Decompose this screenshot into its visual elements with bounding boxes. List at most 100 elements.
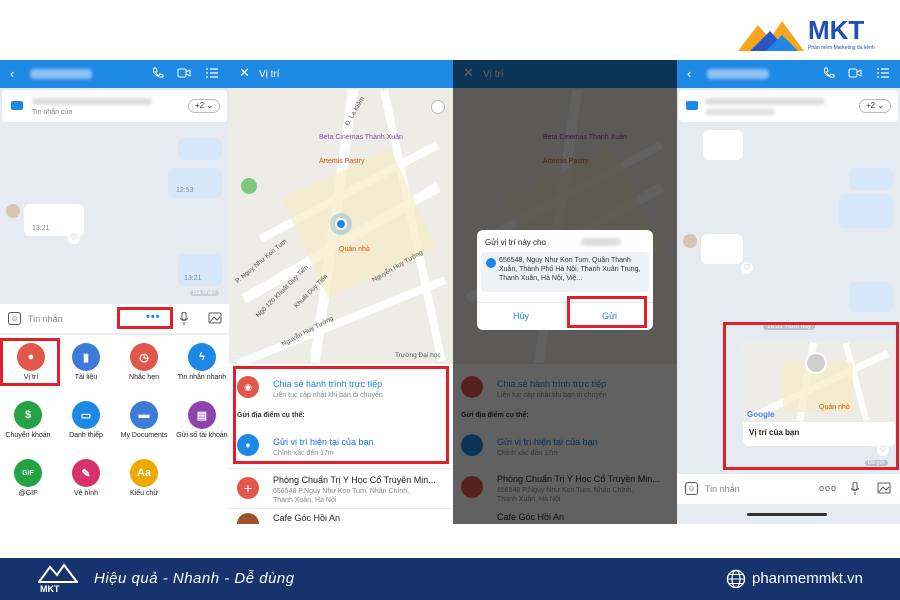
place-item[interactable]: + Phòng Chuẩn Trị Y Học Cổ Truyền Min...… xyxy=(229,468,453,508)
message-bubble[interactable] xyxy=(849,168,893,190)
attach-my-documents[interactable]: ▬ My Documents xyxy=(116,401,172,439)
footer-website[interactable]: phanmemmkt.vn xyxy=(752,570,863,587)
attach-quick-message[interactable]: ϟ Tin nhắn nhanh xyxy=(174,343,229,381)
contact-name-blurred xyxy=(707,69,769,79)
message-input-bar: ☺ Tin nhắn ••• xyxy=(0,304,229,334)
pinned-title-blurred xyxy=(705,98,825,105)
attach-label: Chuyển khoản xyxy=(5,432,51,439)
location-pin-icon xyxy=(486,258,496,268)
attach-label: Danh thiếp xyxy=(69,432,103,439)
message-bubble[interactable]: 13:21 xyxy=(178,254,222,286)
gif-icon: GIF xyxy=(14,459,42,487)
cafe-icon xyxy=(237,513,259,524)
attach-label: Vẽ hình xyxy=(73,490,99,497)
menu-list-icon[interactable] xyxy=(206,68,218,78)
attach-business-card[interactable]: ▭ Danh thiếp xyxy=(58,401,114,439)
highlight-location-item xyxy=(0,338,60,386)
heart-react-icon[interactable]: ♡ xyxy=(68,232,80,244)
back-arrow-icon[interactable]: ‹ xyxy=(687,66,691,81)
microphone-icon[interactable] xyxy=(851,482,859,495)
footer-brand-name: MKT xyxy=(40,584,60,594)
map-view[interactable]: Beta Cinemas Thanh Xuân Artemis Pastry Q… xyxy=(229,88,453,364)
members-badge[interactable]: +2 ⌄ xyxy=(188,99,220,113)
footer-slogan: Hiệu quả - Nhanh - Dễ dùng xyxy=(94,570,295,587)
dialog-address: 656548, Nguy Như Kon Tum, Quận Thanh Xuâ… xyxy=(499,257,641,282)
highlight-location-message xyxy=(723,322,899,470)
folder-icon: ▬ xyxy=(130,401,158,429)
pinned-title-blurred xyxy=(32,98,152,105)
message-bubble[interactable]: 12:53 xyxy=(168,168,222,198)
font-style-icon: Aa xyxy=(130,459,158,487)
brand-name: MKT xyxy=(808,15,865,45)
back-arrow-icon[interactable]: ‹ xyxy=(10,66,14,81)
highlight-more-options xyxy=(117,307,173,329)
image-icon[interactable] xyxy=(877,482,891,494)
location-header: ✕ Vị trí xyxy=(229,60,453,88)
home-indicator xyxy=(747,513,827,516)
avatar xyxy=(6,204,20,218)
place-title: Cafe Góc Hồi An xyxy=(273,513,341,523)
medical-icon: + xyxy=(237,477,259,499)
attach-draw[interactable]: ✎ Vẽ hình xyxy=(58,459,114,497)
document-icon: ▮ xyxy=(72,343,100,371)
attach-font-style[interactable]: Aa Kiểu chữ xyxy=(116,459,172,497)
dialog-title: Gửi vị trí này cho xyxy=(485,238,546,247)
attach-gif[interactable]: GIF @GIF xyxy=(0,459,56,497)
close-icon[interactable]: ✕ xyxy=(239,65,250,81)
attach-reminder[interactable]: ◷ Nhắc hẹn xyxy=(116,343,172,381)
place-item[interactable]: Cafe Góc Hồi An xyxy=(229,508,453,524)
heart-react-icon[interactable]: ♡ xyxy=(741,262,753,274)
microphone-icon[interactable] xyxy=(180,312,188,325)
attach-label: Tài liệu xyxy=(74,374,98,381)
attach-label: @GIF xyxy=(18,490,38,497)
phone-icon[interactable] xyxy=(823,67,835,79)
chat-header: ‹ xyxy=(677,60,900,88)
message-time: 13:21 xyxy=(184,275,202,282)
footer-logo: MKT xyxy=(36,562,80,596)
image-icon[interactable] xyxy=(208,312,222,324)
attach-bank-account[interactable]: ▤ Gửi số tài khoản xyxy=(174,401,229,439)
highlight-location-options xyxy=(233,366,449,464)
message-time: 13:21 xyxy=(32,225,50,232)
more-options-button[interactable]: ooo xyxy=(819,483,837,493)
video-call-icon[interactable] xyxy=(848,68,862,78)
place-address: 656548 P.Nguy Như Kon Tum, Nhân Chính, T… xyxy=(273,488,410,504)
video-call-icon[interactable] xyxy=(177,68,191,78)
menu-list-icon[interactable] xyxy=(877,68,889,78)
confirm-panel: ✕ Vị trí Beta Cinemas Thanh Xuân Artemis… xyxy=(453,60,677,524)
recenter-icon[interactable] xyxy=(431,100,445,114)
message-bubble[interactable] xyxy=(701,234,743,264)
map-poi: Beta Cinemas Thanh Xuân xyxy=(319,134,403,141)
message-bubble[interactable] xyxy=(849,282,893,312)
message-time: 12:53 xyxy=(176,187,194,194)
attach-label: My Documents xyxy=(120,432,168,439)
attach-label: Kiểu chữ xyxy=(129,490,159,497)
highlight-send-button xyxy=(567,296,647,328)
emoji-icon[interactable]: ☺ xyxy=(685,482,698,495)
attach-transfer[interactable]: $ Chuyển khoản xyxy=(0,401,56,439)
brand-mountain-icon xyxy=(38,563,78,583)
message-input[interactable]: Tin nhắn xyxy=(28,314,63,324)
chat-panel-attachments: ‹ Tin nhắn của +2 ⌄ 12:53 13:21 ♡ 13:21 … xyxy=(0,60,229,524)
phone-icon[interactable] xyxy=(152,67,164,79)
pinned-message-bar[interactable]: +2 ⌄ xyxy=(679,90,898,122)
pinned-message-bar[interactable]: Tin nhắn của +2 ⌄ xyxy=(2,90,227,122)
cancel-button[interactable]: Hủy xyxy=(477,302,565,328)
message-input[interactable]: Tin nhắn xyxy=(705,484,740,494)
map-poi: Artemis Pastry xyxy=(319,158,365,165)
message-bubble[interactable] xyxy=(178,138,222,160)
attach-document[interactable]: ▮ Tài liệu xyxy=(58,343,114,381)
message-bubble[interactable] xyxy=(839,194,893,228)
members-badge-count: +2 xyxy=(194,101,205,110)
clock-icon: ◷ xyxy=(130,343,158,371)
contact-name-blurred xyxy=(30,69,92,79)
lightning-icon: ϟ xyxy=(188,343,216,371)
emoji-icon[interactable]: ☺ xyxy=(8,312,21,325)
message-bubble[interactable] xyxy=(703,130,743,160)
members-badge[interactable]: +2 ⌄ xyxy=(859,99,891,113)
chat-panel-result: ‹ +2 ⌄ ♡ 16:31 Hôm nay Quán nhỏ Google V… xyxy=(677,60,900,524)
attach-label: Tin nhắn nhanh xyxy=(177,374,227,381)
globe-icon xyxy=(726,569,746,589)
location-panel: ✕ Vị trí Beta Cinemas Thanh Xuân Artemis… xyxy=(229,60,453,524)
pinned-preview: Tin nhắn của xyxy=(32,109,73,116)
